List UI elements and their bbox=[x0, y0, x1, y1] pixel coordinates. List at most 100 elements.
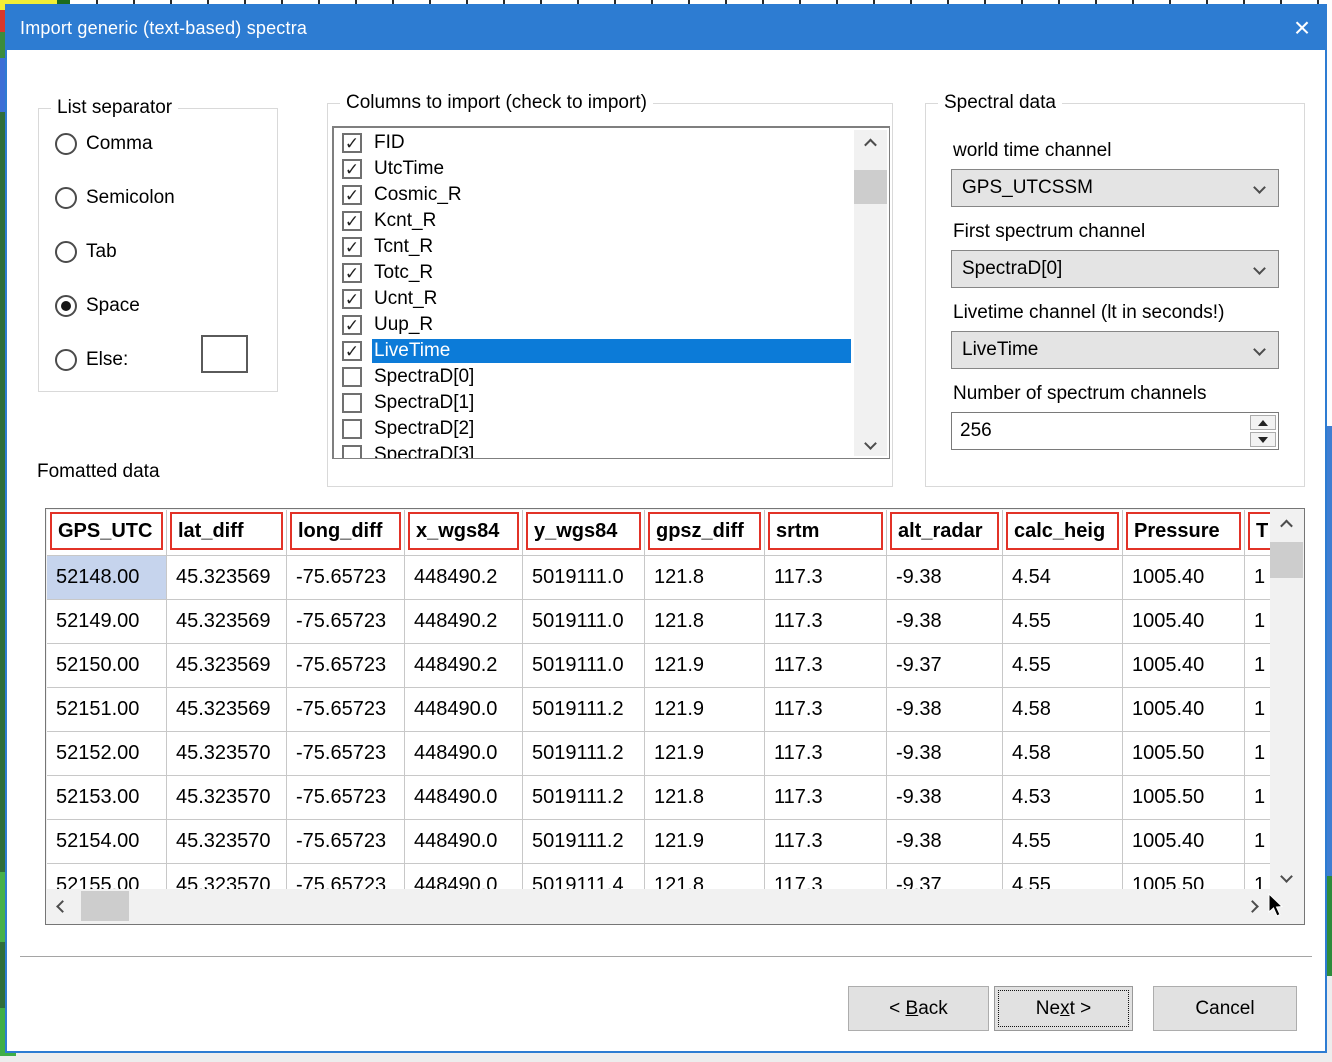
checkbox-icon[interactable] bbox=[342, 445, 362, 459]
scroll-down-button[interactable] bbox=[1270, 862, 1303, 890]
table-cell[interactable]: 448490.0 bbox=[405, 776, 523, 820]
table-cell[interactable]: 52148.00 bbox=[47, 556, 167, 600]
column-list-item[interactable]: ✓ FID bbox=[336, 130, 851, 156]
field-dropdown[interactable]: SpectraD[0] bbox=[951, 250, 1279, 288]
table-cell[interactable]: 448490.0 bbox=[405, 864, 523, 890]
table-cell[interactable]: -9.37 bbox=[887, 644, 1003, 688]
next-button[interactable]: Next > bbox=[994, 986, 1133, 1031]
back-button[interactable]: < Back bbox=[848, 986, 989, 1031]
table-cell[interactable]: 4.55 bbox=[1003, 644, 1123, 688]
table-header-cell[interactable]: x_wgs84 bbox=[405, 510, 523, 556]
table-cell[interactable]: 121.9 bbox=[645, 732, 765, 776]
table-cell[interactable]: 121.9 bbox=[645, 688, 765, 732]
radio-option[interactable]: Tab bbox=[55, 237, 175, 267]
table-cell[interactable]: 448490.0 bbox=[405, 688, 523, 732]
checkbox-icon[interactable]: ✓ bbox=[342, 211, 362, 231]
table-header-cell[interactable]: gpsz_diff bbox=[645, 510, 765, 556]
table-cell[interactable]: 52151.00 bbox=[47, 688, 167, 732]
scrollbar-thumb[interactable] bbox=[1270, 542, 1303, 578]
column-list-item[interactable]: ✓ Kcnt_R bbox=[336, 208, 851, 234]
table-cell[interactable]: 1 bbox=[1245, 864, 1271, 890]
table-cell[interactable]: 1005.40 bbox=[1123, 688, 1245, 732]
checkbox-icon[interactable]: ✓ bbox=[342, 159, 362, 179]
table-cell[interactable]: -9.38 bbox=[887, 600, 1003, 644]
table-cell[interactable]: 121.8 bbox=[645, 556, 765, 600]
radio-option[interactable]: Else: bbox=[55, 345, 175, 375]
column-list-item[interactable]: SpectraD[0] bbox=[336, 364, 851, 390]
table-cell[interactable]: 45.323569 bbox=[167, 600, 287, 644]
table-cell[interactable]: 5019111.2 bbox=[523, 688, 645, 732]
table-cell[interactable]: 1005.50 bbox=[1123, 864, 1245, 890]
table-cell[interactable]: 1 bbox=[1245, 644, 1271, 688]
radio-icon[interactable] bbox=[55, 241, 77, 263]
table-cell[interactable]: 52154.00 bbox=[47, 820, 167, 864]
radio-icon[interactable] bbox=[55, 349, 77, 371]
radio-option[interactable]: Semicolon bbox=[55, 183, 175, 213]
table-cell[interactable]: 448490.2 bbox=[405, 556, 523, 600]
spinner-up-button[interactable] bbox=[1250, 415, 1276, 430]
column-list-item[interactable]: ✓ Ucnt_R bbox=[336, 286, 851, 312]
radio-icon[interactable] bbox=[55, 187, 77, 209]
table-cell[interactable]: 121.9 bbox=[645, 644, 765, 688]
table-cell[interactable]: 52150.00 bbox=[47, 644, 167, 688]
table-cell[interactable]: 117.3 bbox=[765, 820, 887, 864]
table-cell[interactable]: 121.8 bbox=[645, 776, 765, 820]
table-cell[interactable]: -75.65723 bbox=[287, 556, 405, 600]
table-horizontal-scrollbar[interactable] bbox=[47, 889, 1303, 923]
table-cell[interactable]: 1005.40 bbox=[1123, 556, 1245, 600]
table-cell[interactable]: -9.38 bbox=[887, 776, 1003, 820]
table-cell[interactable]: 117.3 bbox=[765, 732, 887, 776]
table-header-cell[interactable]: y_wgs84 bbox=[523, 510, 645, 556]
table-cell[interactable]: 4.55 bbox=[1003, 820, 1123, 864]
column-list-item[interactable]: ✓ UtcTime bbox=[336, 156, 851, 182]
table-cell[interactable]: -75.65723 bbox=[287, 864, 405, 890]
table-cell[interactable]: 117.3 bbox=[765, 864, 887, 890]
table-cell[interactable]: 1 bbox=[1245, 556, 1271, 600]
scrollbar-thumb[interactable] bbox=[854, 170, 887, 204]
column-list-item[interactable]: SpectraD[1] bbox=[336, 390, 851, 416]
table-cell[interactable]: -9.38 bbox=[887, 556, 1003, 600]
listbox-vertical-scrollbar[interactable] bbox=[854, 130, 887, 456]
table-cell[interactable]: 45.323569 bbox=[167, 556, 287, 600]
scroll-up-button[interactable] bbox=[854, 130, 887, 156]
table-cell[interactable]: 45.323570 bbox=[167, 864, 287, 890]
table-cell[interactable]: 5019111.0 bbox=[523, 600, 645, 644]
radio-option[interactable]: Comma bbox=[55, 129, 175, 159]
table-cell[interactable]: -9.38 bbox=[887, 732, 1003, 776]
table-header-cell[interactable]: GPS_UTC bbox=[47, 510, 167, 556]
checkbox-icon[interactable]: ✓ bbox=[342, 315, 362, 335]
table-cell[interactable]: 448490.2 bbox=[405, 644, 523, 688]
else-separator-input[interactable] bbox=[201, 335, 248, 373]
table-cell[interactable]: 52155.00 bbox=[47, 864, 167, 890]
cancel-button[interactable]: Cancel bbox=[1153, 986, 1297, 1031]
field-dropdown[interactable]: LiveTime bbox=[951, 331, 1279, 369]
table-cell[interactable]: -9.38 bbox=[887, 820, 1003, 864]
table-cell[interactable]: 45.323569 bbox=[167, 644, 287, 688]
table-cell[interactable]: 5019111.0 bbox=[523, 644, 645, 688]
table-cell[interactable]: 1 bbox=[1245, 732, 1271, 776]
table-cell[interactable]: 5019111.2 bbox=[523, 732, 645, 776]
table-header-cell[interactable]: srtm bbox=[765, 510, 887, 556]
table-cell[interactable]: 4.54 bbox=[1003, 556, 1123, 600]
table-cell[interactable]: 1005.40 bbox=[1123, 600, 1245, 644]
table-cell[interactable]: 117.3 bbox=[765, 556, 887, 600]
table-cell[interactable]: 117.3 bbox=[765, 644, 887, 688]
checkbox-icon[interactable]: ✓ bbox=[342, 289, 362, 309]
table-cell[interactable]: 52152.00 bbox=[47, 732, 167, 776]
table-cell[interactable]: 4.58 bbox=[1003, 732, 1123, 776]
table-cell[interactable]: 45.323570 bbox=[167, 820, 287, 864]
scroll-right-button[interactable] bbox=[1237, 889, 1267, 923]
spinner-down-button[interactable] bbox=[1250, 432, 1276, 447]
column-list-item[interactable]: ✓ Uup_R bbox=[336, 312, 851, 338]
scrollbar-thumb[interactable] bbox=[81, 891, 129, 921]
table-cell[interactable]: 1 bbox=[1245, 820, 1271, 864]
table-header-cell[interactable]: long_diff bbox=[287, 510, 405, 556]
checkbox-icon[interactable]: ✓ bbox=[342, 133, 362, 153]
scroll-up-button[interactable] bbox=[1270, 510, 1303, 538]
table-cell[interactable]: -75.65723 bbox=[287, 600, 405, 644]
checkbox-icon[interactable] bbox=[342, 367, 362, 387]
column-list-item[interactable]: SpectraD[3] bbox=[336, 442, 851, 459]
table-cell[interactable]: 117.3 bbox=[765, 776, 887, 820]
table-cell[interactable]: -75.65723 bbox=[287, 776, 405, 820]
scroll-down-button[interactable] bbox=[854, 430, 887, 456]
